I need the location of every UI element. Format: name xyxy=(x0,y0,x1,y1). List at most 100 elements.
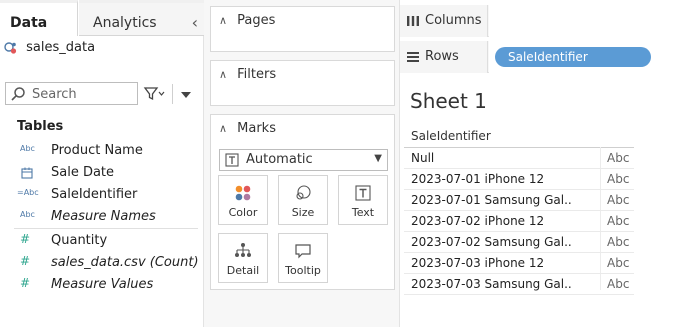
field-measure-values[interactable]: # Measure Values xyxy=(0,274,204,296)
color-dots-icon xyxy=(235,185,251,201)
pages-card-header[interactable]: ∧ Pages xyxy=(219,13,275,28)
rows-shelf-label: Rows xyxy=(400,41,488,73)
search-icon xyxy=(11,87,25,101)
row-value: Abc xyxy=(607,256,630,270)
text-mark-icon xyxy=(225,153,239,167)
marks-card-title: Marks xyxy=(237,121,276,136)
pane-tabs: Data Analytics ‹ xyxy=(0,0,204,36)
field-label: SaleIdentifier xyxy=(51,187,138,202)
size-circles-icon xyxy=(296,185,311,200)
field-sales-data-count[interactable]: # sales_data.csv (Count) xyxy=(0,252,204,274)
number-type-icon: # xyxy=(20,254,31,268)
field-sale-date[interactable]: Sale Date xyxy=(0,162,204,184)
tab-data[interactable]: Data xyxy=(0,0,78,36)
toolbar-divider xyxy=(172,84,173,104)
detail-hierarchy-icon xyxy=(235,243,251,257)
row-label: 2023-07-03 Samsung Gal.. xyxy=(411,277,572,291)
tooltip-mark-label: Tooltip xyxy=(285,264,321,277)
rows-label: Rows xyxy=(425,49,459,64)
pages-card[interactable]: ∧ Pages xyxy=(210,6,395,52)
row-label: 2023-07-02 iPhone 12 xyxy=(411,214,545,228)
row-value: Abc xyxy=(607,151,630,165)
table-row[interactable]: 2023-07-03 Samsung Gal.. Abc xyxy=(404,274,634,295)
text-t-icon xyxy=(355,185,371,201)
size-mark-button[interactable]: Size xyxy=(278,175,328,225)
caret-down-icon xyxy=(181,92,191,98)
data-pane-menu-button[interactable] xyxy=(180,84,196,104)
collapse-chevron-icon: ∧ xyxy=(219,68,228,81)
data-pane: Data Analytics ‹ sales_data Tables xyxy=(0,0,204,327)
marks-card-header[interactable]: ∧ Marks xyxy=(219,121,276,136)
row-value: Abc xyxy=(607,172,630,186)
table-row[interactable]: Null Abc xyxy=(404,148,634,169)
text-mark-label: Text xyxy=(351,206,375,219)
row-label: 2023-07-02 Samsung Gal.. xyxy=(411,235,572,249)
field-label: Sale Date xyxy=(51,165,115,180)
columns-drop-zone[interactable] xyxy=(489,5,700,37)
field-label: Product Name xyxy=(51,143,143,158)
rows-shelf: Rows SaleIdentifier xyxy=(400,41,700,73)
search-input[interactable] xyxy=(32,85,136,103)
color-mark-label: Color xyxy=(228,206,258,219)
field-quantity[interactable]: # Quantity xyxy=(0,230,204,252)
field-label: sales_data.csv (Count) xyxy=(51,255,199,270)
date-type-icon xyxy=(21,167,33,179)
row-label: 2023-07-01 iPhone 12 xyxy=(411,172,545,186)
columns-icon xyxy=(407,16,419,26)
field-label: Quantity xyxy=(51,233,108,248)
row-value: Abc xyxy=(607,214,630,228)
row-label: 2023-07-01 Samsung Gal.. xyxy=(411,193,572,207)
row-value: Abc xyxy=(607,235,630,249)
text-mark-button[interactable]: Text xyxy=(338,175,388,225)
tables-heading: Tables xyxy=(17,119,64,134)
columns-shelf: Columns xyxy=(400,5,700,37)
row-value: Abc xyxy=(607,193,630,207)
field-saleidentifier[interactable]: =Abc SaleIdentifier xyxy=(0,184,204,206)
shelves-pane: ∧ Pages ∧ Filters ∧ Marks Automatic ▼ Co… xyxy=(204,0,400,327)
mark-type-value: Automatic xyxy=(246,152,313,167)
row-label: Null xyxy=(411,151,435,165)
datasource-icon xyxy=(4,41,17,54)
columns-label: Columns xyxy=(425,13,482,28)
column-header[interactable]: SaleIdentifier xyxy=(411,129,491,143)
filters-card[interactable]: ∧ Filters xyxy=(210,60,395,106)
size-mark-label: Size xyxy=(291,206,315,219)
sheet-title[interactable]: Sheet 1 xyxy=(410,89,487,113)
number-type-icon: # xyxy=(20,232,31,246)
datasource-name: sales_data xyxy=(26,40,96,55)
pages-card-title: Pages xyxy=(237,13,276,28)
row-label: 2023-07-03 iPhone 12 xyxy=(411,256,545,270)
tab-analytics[interactable]: Analytics ‹ xyxy=(79,0,204,36)
table-row[interactable]: 2023-07-01 Samsung Gal.. Abc xyxy=(404,190,634,211)
rows-drop-zone[interactable]: SaleIdentifier xyxy=(489,41,700,73)
filters-card-title: Filters xyxy=(237,67,277,82)
tooltip-mark-button[interactable]: Tooltip xyxy=(278,233,328,283)
table-row[interactable]: 2023-07-03 iPhone 12 Abc xyxy=(404,253,634,274)
table-row[interactable]: 2023-07-02 Samsung Gal.. Abc xyxy=(404,232,634,253)
table-row[interactable]: 2023-07-01 iPhone 12 Abc xyxy=(404,169,634,190)
color-mark-button[interactable]: Color xyxy=(218,175,268,225)
collapse-chevron-icon: ∧ xyxy=(219,122,228,135)
table-row[interactable]: 2023-07-02 iPhone 12 Abc xyxy=(404,211,634,232)
filters-card-header[interactable]: ∧ Filters xyxy=(219,67,276,82)
string-type-icon: Abc xyxy=(20,210,35,219)
calculated-string-type-icon: =Abc xyxy=(17,188,39,197)
detail-mark-label: Detail xyxy=(226,264,260,277)
field-measure-names[interactable]: Abc Measure Names xyxy=(0,206,204,228)
datasource-item[interactable]: sales_data xyxy=(4,40,95,60)
tab-analytics-label: Analytics xyxy=(93,15,157,31)
dropdown-arrow-icon: ▼ xyxy=(374,153,382,164)
dimensions-measures-divider xyxy=(14,228,198,229)
filter-fields-button[interactable] xyxy=(142,84,166,104)
search-box[interactable] xyxy=(5,82,138,105)
number-type-icon: # xyxy=(20,276,31,290)
mark-type-dropdown[interactable]: Automatic ▼ xyxy=(219,149,388,171)
tooltip-speech-icon xyxy=(295,244,311,259)
rows-icon xyxy=(407,52,419,62)
saleidentifier-pill[interactable]: SaleIdentifier xyxy=(495,47,651,67)
collapse-chevron-icon: ∧ xyxy=(219,14,228,27)
collapse-pane-icon[interactable]: ‹ xyxy=(192,3,198,43)
field-product-name[interactable]: Abc Product Name xyxy=(0,140,204,162)
marks-card: ∧ Marks Automatic ▼ Color Size Text Deta… xyxy=(210,114,395,290)
detail-mark-button[interactable]: Detail xyxy=(218,233,268,283)
